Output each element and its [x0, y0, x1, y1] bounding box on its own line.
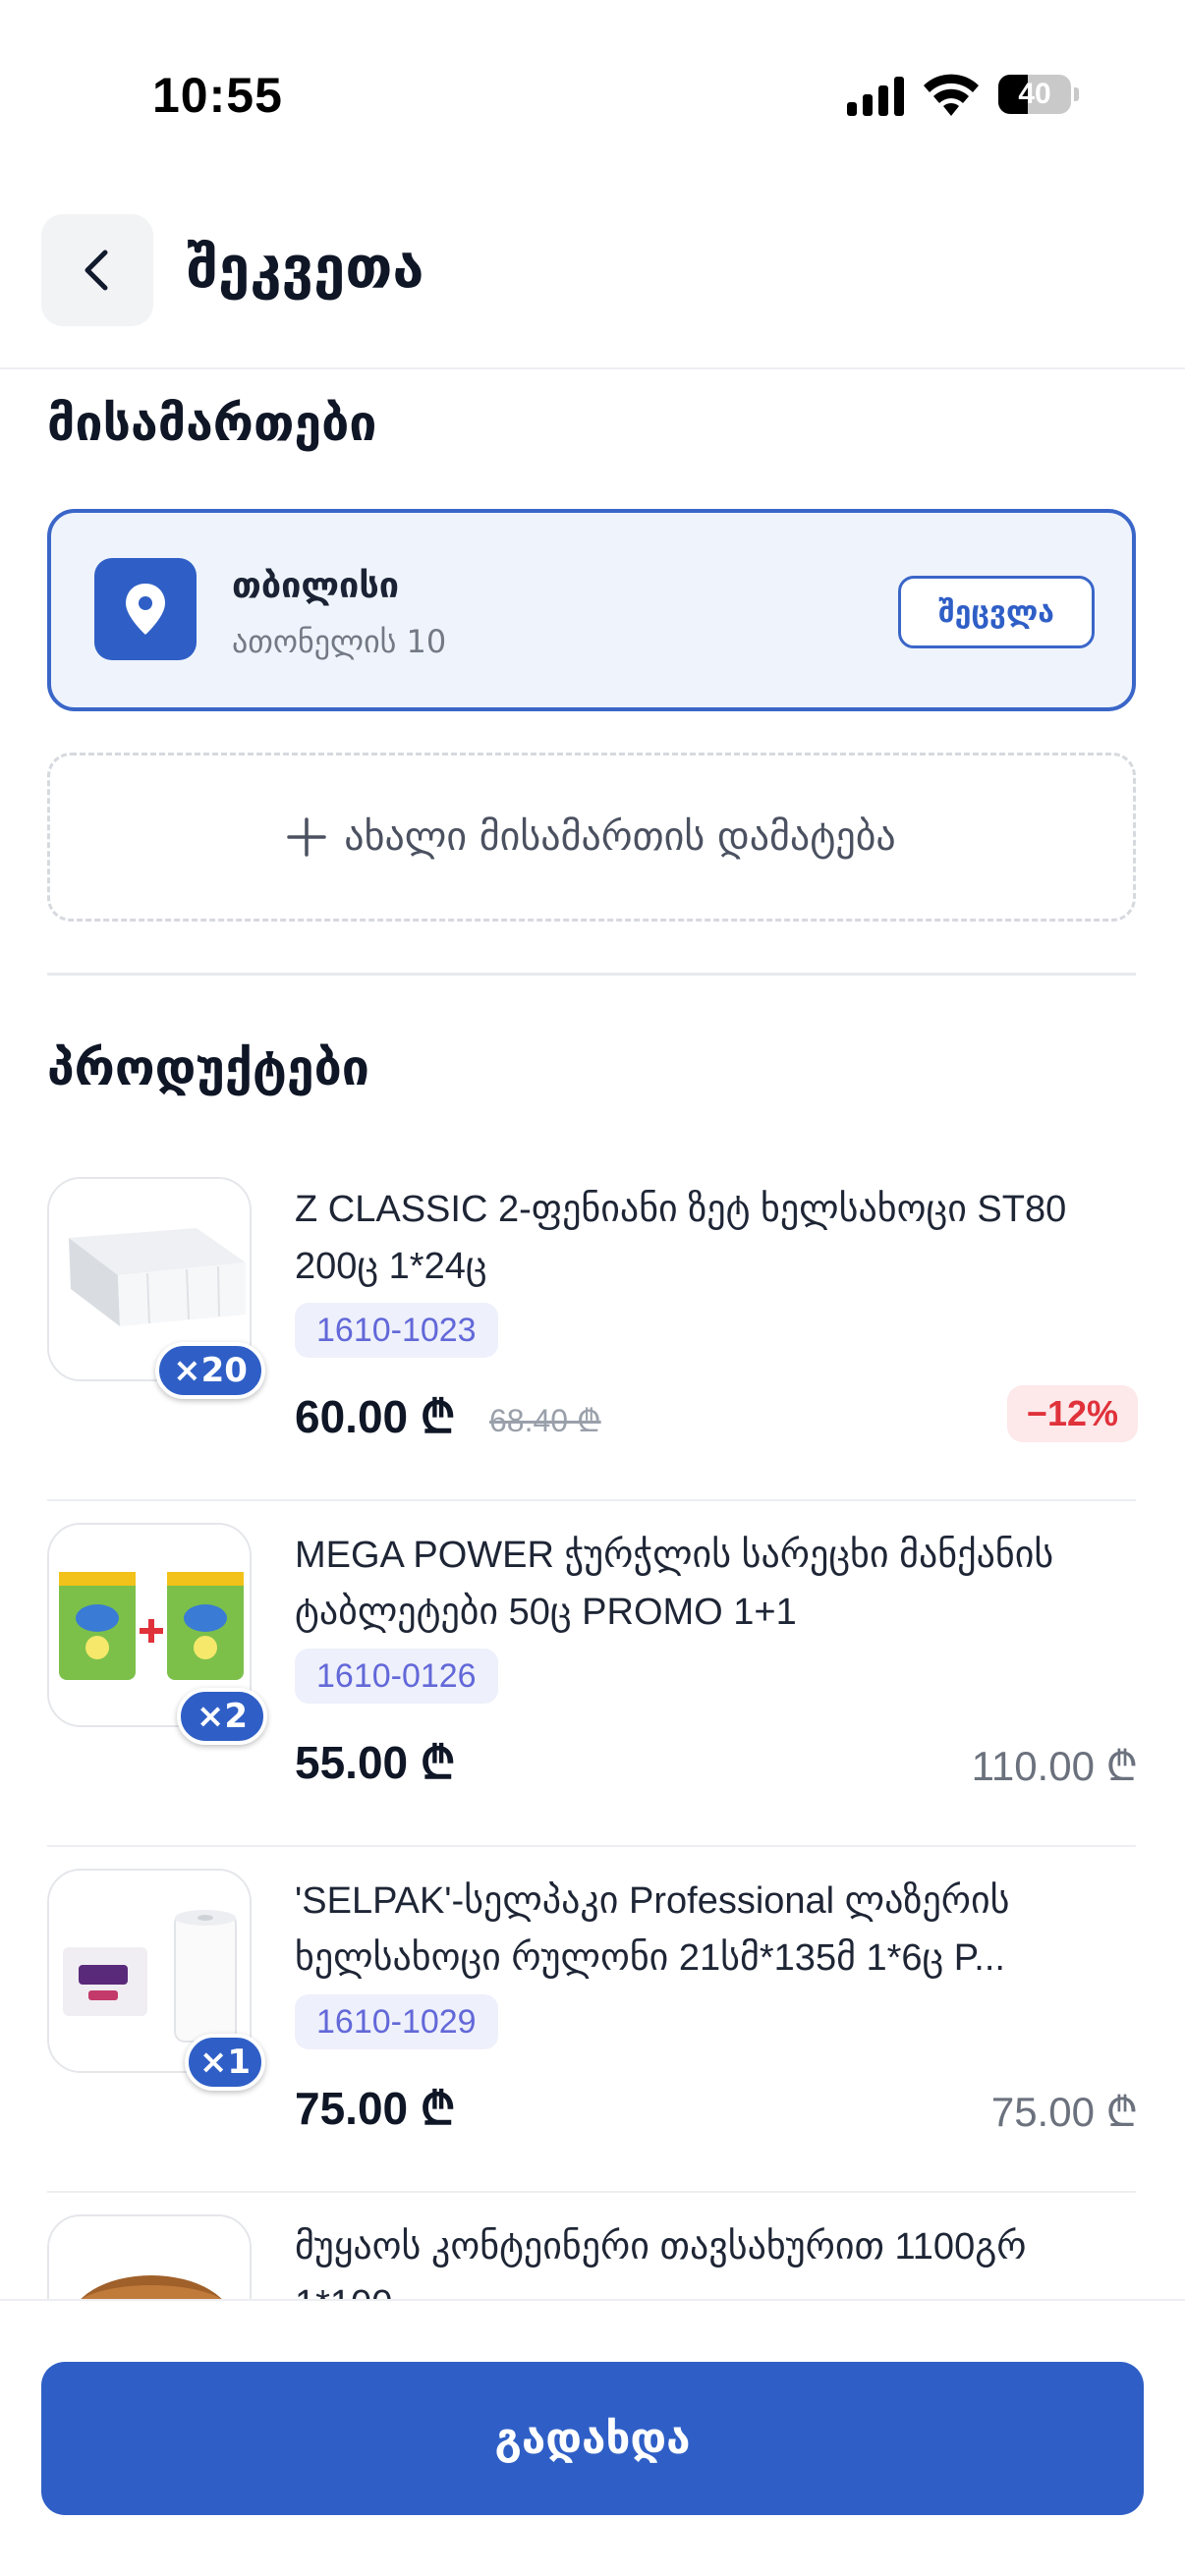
- product-sku: 1610-0126: [295, 1649, 498, 1704]
- address-street: ათონელის 10: [232, 623, 447, 660]
- product-old-price: 68.40 ₾: [489, 1403, 601, 1438]
- status-time: 10:55: [152, 68, 283, 123]
- product-item[interactable]: ×1 'SELPAK'-სელპაკი Professional ლაზერის…: [0, 1847, 1185, 2193]
- header: შეკვეთა: [0, 187, 1185, 369]
- product-item[interactable]: ×20 Z CLASSIC 2-ფენიანი ზეტ ხელსახოცი ST…: [0, 1155, 1185, 1501]
- cellular-signal-icon: [847, 77, 904, 116]
- back-button[interactable]: [41, 214, 153, 326]
- plus-icon: [287, 817, 327, 857]
- pay-button[interactable]: გადახდა: [41, 2362, 1144, 2515]
- discount-badge: −12%: [1006, 1385, 1138, 1442]
- product-item[interactable]: ×2 MEGA POWER ჭურჭლის სარეცხი მანქანის ტ…: [0, 1501, 1185, 1847]
- product-total: 110.00 ₾: [971, 1743, 1138, 1789]
- product-total: 75.00 ₾: [990, 2089, 1138, 2135]
- checkout-bar: გადახდა: [0, 2299, 1185, 2576]
- location-pin-icon: [94, 558, 197, 660]
- addresses-title: მისამართები: [47, 395, 377, 452]
- add-address-label: ახალი მისამართის დამატება: [344, 814, 896, 860]
- product-name: 'SELPAK'-სელპაკი Professional ლაზერის ხე…: [295, 1880, 1010, 1979]
- product-price: 55.00 ₾: [295, 1737, 456, 1788]
- product-sku: 1610-1029: [295, 1994, 498, 2049]
- product-name: MEGA POWER ჭურჭლის სარეცხი მანქანის ტაბლ…: [295, 1535, 1054, 1633]
- product-sku: 1610-1023: [295, 1303, 498, 1358]
- wifi-icon: [924, 74, 979, 116]
- page-title: შეკვეთა: [187, 234, 424, 301]
- product-price: 75.00 ₾: [295, 2083, 456, 2134]
- quantity-badge: ×1: [185, 2034, 265, 2091]
- selected-address-card[interactable]: თბილისი ათონელის 10 შეცვლა: [47, 509, 1136, 711]
- add-address-button[interactable]: ახალი მისამართის დამატება: [47, 753, 1136, 922]
- address-city: თბილისი: [232, 566, 400, 606]
- change-address-button[interactable]: შეცვლა: [898, 576, 1095, 648]
- chevron-left-icon: [85, 250, 108, 291]
- quantity-badge: ×2: [177, 1688, 267, 1745]
- product-price: 60.00 ₾: [295, 1391, 456, 1442]
- product-name: Z CLASSIC 2-ფენიანი ზეტ ხელსახოცი ST80 2…: [295, 1189, 1067, 1287]
- battery-percent: 40: [1018, 78, 1051, 110]
- section-divider: [47, 973, 1136, 976]
- products-title: პროდუქტები: [47, 1039, 369, 1096]
- status-bar: 10:55 40: [0, 0, 1185, 187]
- quantity-badge: ×20: [155, 1342, 265, 1399]
- battery-icon: 40: [998, 75, 1079, 114]
